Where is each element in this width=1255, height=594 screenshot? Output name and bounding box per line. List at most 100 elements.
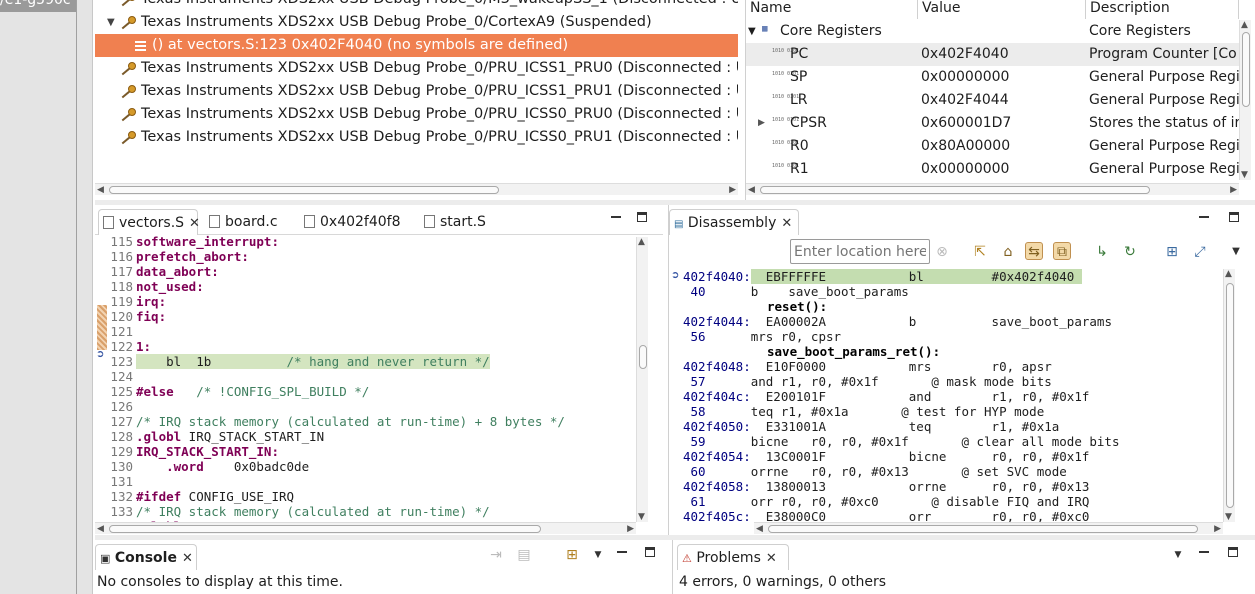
- maximize-icon[interactable]: [637, 211, 647, 226]
- code-line[interactable]: 128 .globl IRQ_STACK_START_IN: [95, 429, 635, 444]
- debug-tree-row[interactable]: () at vectors.S:123 0x402F4040 (no symbo…: [95, 34, 738, 57]
- open-console-icon[interactable]: ⊞: [563, 546, 581, 564]
- disassembly-line[interactable]: 56 mrs r0, cpsr: [683, 329, 842, 344]
- disassembly-vscroll[interactable]: ▲ ▼: [1223, 269, 1235, 522]
- scroll-left-icon[interactable]: ◀: [756, 523, 763, 535]
- disassembly-vscroll-thumb[interactable]: [1226, 283, 1234, 508]
- code-line[interactable]: 131: [95, 474, 635, 489]
- scroll-left-icon[interactable]: ◀: [97, 523, 104, 535]
- code-line[interactable]: 130 .word 0x0badc0de: [95, 459, 635, 474]
- collapse-arrow-icon[interactable]: ▼: [107, 11, 115, 34]
- register-value[interactable]: 0x00000000: [921, 66, 1009, 89]
- col-header-value[interactable]: Value: [918, 0, 1086, 19]
- debug-hscroll[interactable]: ◀ ▶: [95, 183, 738, 195]
- code-line[interactable]: 123 bl 1b /* hang and never return */: [95, 354, 635, 369]
- scroll-left-icon[interactable]: ◀: [97, 184, 104, 196]
- disassembly-line[interactable]: 59 bicne r0, r0, #0x1f @ clear all mode …: [683, 434, 1120, 449]
- close-icon[interactable]: ✕: [189, 216, 200, 231]
- minimize-icon[interactable]: [611, 211, 621, 226]
- registers-hscroll-thumb[interactable]: [760, 186, 1150, 194]
- debug-tree-row[interactable]: Texas Instruments XDS2xx USB Debug Probe…: [95, 80, 738, 103]
- dropdown-icon[interactable]: ▼: [589, 546, 607, 564]
- registers-vscroll[interactable]: ▲ ▼: [1239, 20, 1251, 180]
- code-line[interactable]: 119 irq:: [95, 294, 635, 309]
- code-line[interactable]: 133/* IRQ stack memory (calculated at ru…: [95, 504, 635, 519]
- scroll-right-icon[interactable]: ▶: [1214, 523, 1221, 535]
- debug-hscroll-thumb[interactable]: [109, 186, 499, 194]
- register-group-row[interactable]: ▼ ▦ Core Registers Core Registers: [746, 20, 1239, 43]
- disassembly-line[interactable]: 402f404c: E200101F and r1, r0, #0x1f: [683, 389, 1089, 404]
- scroll-down-icon[interactable]: ▼: [638, 512, 645, 522]
- disassembly-line[interactable]: 61 orr r0, r0, #0xc0 @ disable FIQ and I…: [683, 494, 1090, 509]
- scroll-up-icon[interactable]: ▲: [1241, 20, 1248, 30]
- register-row[interactable]: 1010 0101 R1 0x00000000 General Purpose Reg…: [746, 158, 1239, 181]
- disassembly-line[interactable]: 402f4048: E10F0000 mrs r0, apsr: [683, 359, 1052, 374]
- code-line[interactable]: 127/* IRQ stack memory (calculated at ru…: [95, 414, 635, 429]
- scroll-right-icon[interactable]: ▶: [729, 184, 736, 196]
- go-icon[interactable]: ⊗: [933, 243, 951, 261]
- disassembly-line[interactable]: 402f4040: EBFFFFFE bl #0x402f4040: [683, 269, 1082, 284]
- disassembly-line[interactable]: 40 b save_boot_params: [683, 284, 909, 299]
- tab-address[interactable]: 0x402f40f8: [300, 209, 401, 235]
- register-row[interactable]: 1010 0101 SP 0x00000000 General Purpose Reg…: [746, 66, 1239, 89]
- tab-board-c[interactable]: board.c: [205, 209, 278, 235]
- register-row[interactable]: 1010 0101 R0 0x80A00000 General Purpose Reg…: [746, 135, 1239, 158]
- register-row[interactable]: 1010 0101 LR 0x402F4044 General Purpose Reg…: [746, 89, 1239, 112]
- pin-console-icon[interactable]: ⇥: [487, 546, 505, 564]
- register-value[interactable]: 0x600001D7: [921, 112, 1011, 135]
- editor-vscroll-thumb[interactable]: [639, 345, 647, 369]
- maximize-icon[interactable]: [1228, 546, 1238, 561]
- new-view-icon[interactable]: ⊞: [1163, 243, 1181, 261]
- expand-down-icon[interactable]: ▼: [748, 20, 756, 43]
- selected-project-item[interactable]: /e1-g590c: [0, 0, 76, 12]
- home-icon[interactable]: ⌂: [999, 243, 1017, 261]
- scroll-down-icon[interactable]: ▼: [1225, 512, 1232, 522]
- close-icon[interactable]: ✕: [766, 551, 777, 566]
- scroll-left-icon[interactable]: ◀: [748, 184, 755, 196]
- registers-vscroll-thumb[interactable]: [1242, 32, 1250, 107]
- scroll-up-icon[interactable]: ▲: [638, 237, 645, 247]
- step-into-icon[interactable]: ↳: [1093, 243, 1111, 261]
- minimize-icon[interactable]: [1199, 211, 1209, 226]
- disassembly-line[interactable]: 402f4054: 13C0001F bicne r0, r0, #0x1f: [683, 449, 1089, 464]
- minimize-icon[interactable]: [1199, 546, 1209, 561]
- code-line[interactable]: 116 prefetch_abort:: [95, 249, 635, 264]
- scroll-right-icon[interactable]: ▶: [1230, 184, 1237, 196]
- pin-icon[interactable]: ⤢: [1191, 243, 1209, 261]
- scroll-up-icon[interactable]: ▲: [1225, 269, 1232, 279]
- disassembly-line[interactable]: 57 and r1, r0, #0x1f @ mask mode bits: [683, 374, 1052, 389]
- disassembly-hscroll[interactable]: ◀ ▶: [754, 522, 1223, 534]
- display-console-icon[interactable]: ▤: [515, 546, 533, 564]
- tab-vectors-s[interactable]: vectors.S ✕: [98, 209, 200, 235]
- editor-hscroll-thumb[interactable]: [109, 525, 541, 533]
- code-line[interactable]: 120 fiq:: [95, 309, 635, 324]
- register-row[interactable]: ▶ 1010 0101 CPSR 0x600001D7 Stores the statu…: [746, 112, 1239, 135]
- registers-hscroll[interactable]: ◀ ▶: [746, 183, 1239, 195]
- disassembly-line[interactable]: save_boot_params_ret():: [767, 344, 940, 359]
- col-header-description[interactable]: Description: [1086, 0, 1239, 19]
- disassembly-line[interactable]: 402f4044: EA00002A b save_boot_params: [683, 314, 1112, 329]
- col-header-name[interactable]: Name: [746, 0, 918, 19]
- code-line[interactable]: 115 software_interrupt:: [95, 234, 635, 249]
- maximize-icon[interactable]: [645, 546, 655, 561]
- register-value[interactable]: 0x80A00000: [921, 135, 1010, 158]
- disassembly-line[interactable]: reset():: [767, 299, 827, 314]
- disassembly-line[interactable]: 58 teq r1, #0x1a @ test for HYP mode: [683, 404, 1045, 419]
- code-line[interactable]: 122 1:: [95, 339, 635, 354]
- code-line[interactable]: 132 #ifdef CONFIG_USE_IRQ: [95, 489, 635, 504]
- debug-tree-row[interactable]: Texas Instruments XDS2xx USB Debug Probe…: [95, 0, 738, 11]
- show-source-icon[interactable]: ⧉: [1053, 242, 1071, 260]
- close-icon[interactable]: ✕: [781, 216, 792, 231]
- debug-tree-row[interactable]: Texas Instruments XDS2xx USB Debug Probe…: [95, 103, 738, 126]
- editor-hscroll[interactable]: ◀ ▶: [95, 522, 636, 534]
- view-menu-icon[interactable]: ▼: [1169, 546, 1187, 564]
- tab-disassembly[interactable]: ▤ Disassembly ✕: [669, 209, 799, 235]
- code-line[interactable]: 118 not_used:: [95, 279, 635, 294]
- tab-console[interactable]: ▣ Console ✕: [95, 544, 197, 570]
- register-value[interactable]: 0x402F4044: [921, 89, 1009, 112]
- code-line[interactable]: 129 IRQ_STACK_START_IN:: [95, 444, 635, 459]
- minimize-icon[interactable]: [617, 546, 627, 561]
- code-line[interactable]: 121: [95, 324, 635, 339]
- link-icon[interactable]: ⇱: [971, 243, 989, 261]
- debug-tree-row[interactable]: Texas Instruments XDS2xx USB Debug Probe…: [95, 57, 738, 80]
